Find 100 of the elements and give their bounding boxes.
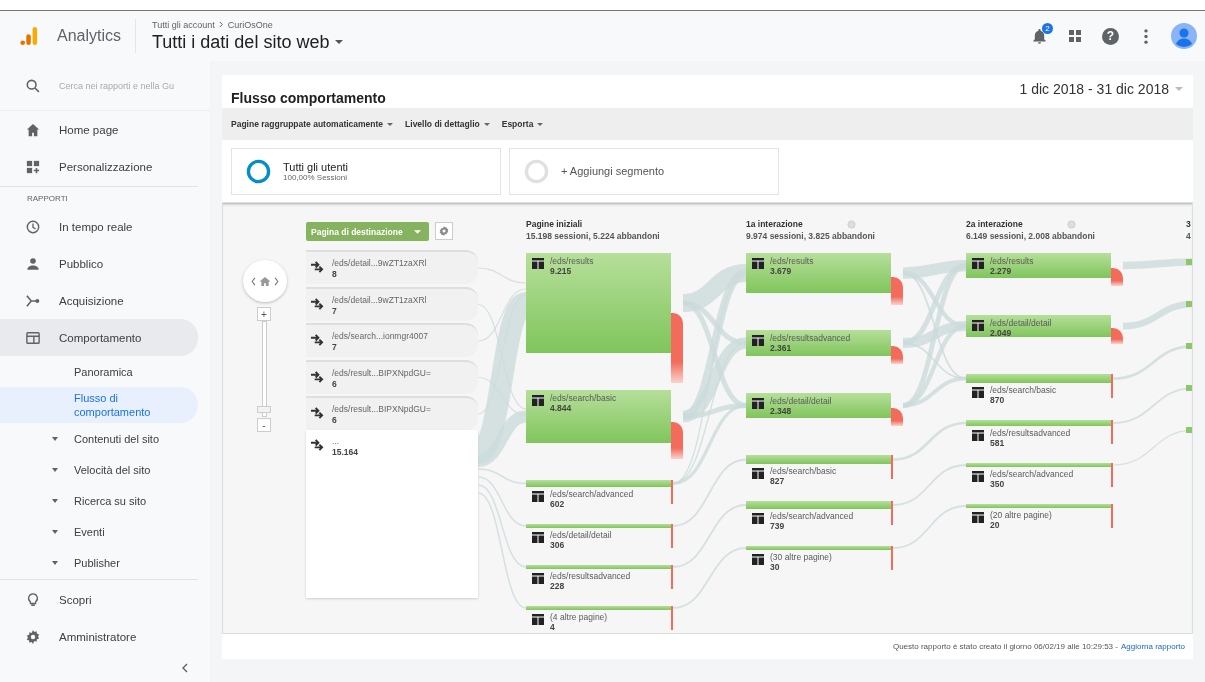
zoom-slider-handle[interactable]: [257, 406, 271, 413]
page-path: /eds/search/advanced: [770, 511, 854, 521]
drop-off-bar[interactable]: [671, 421, 683, 459]
nav-subitem[interactable]: Velocità del sito: [0, 454, 198, 485]
flow-node[interactable]: /eds/search/advanced 602: [526, 480, 671, 510]
nav-subitem[interactable]: Panoramica: [0, 356, 198, 387]
landing-page-node[interactable]: /eds/result...BIPXNpdGU= 6: [306, 396, 478, 430]
table-icon: [972, 471, 984, 482]
segment-card[interactable]: Tutti gli utenti 100,00% Sessioni: [231, 147, 501, 195]
landing-page-node[interactable]: /eds/detail...9wZT1zaXRl 8: [306, 250, 478, 284]
breadcrumb-link[interactable]: CuriOsOne: [227, 19, 273, 30]
column-summary: 6.149 sessioni, 2.008 abbandoni: [966, 231, 1095, 241]
session-count: 602: [550, 499, 566, 509]
nav-subitem[interactable]: Ricerca su sito: [0, 485, 198, 516]
nav-item[interactable]: Amministratore: [0, 618, 198, 655]
table-icon: [752, 513, 764, 524]
column-title: 3: [1186, 219, 1191, 229]
landing-page-node[interactable]: /eds/detail...9wZT1zaXRl 7: [306, 286, 478, 321]
bell-icon: [1031, 27, 1047, 45]
toolbar-dropdown[interactable]: Livello di dettaglio: [405, 119, 490, 129]
arrows-icon: [311, 370, 324, 384]
drop-off-bar[interactable]: [891, 408, 903, 426]
page-path: /eds/search/advanced: [550, 489, 634, 499]
info-icon[interactable]: [1066, 219, 1076, 229]
date-range-picker[interactable]: 1 dic 2018 - 31 dic 2018: [1019, 80, 1183, 97]
page-path: (4 altre pagine): [550, 612, 608, 622]
toolbar-dropdown[interactable]: Pagine raggruppate automaticamente: [231, 119, 394, 129]
page-path: /eds/resultsadvanced: [990, 428, 1071, 438]
landing-page-node[interactable]: ... 15.164: [306, 430, 478, 598]
nav-item[interactable]: Scopri: [0, 581, 198, 618]
flow-node[interactable]: (4 altre pagine) 4: [526, 606, 671, 633]
property-selector[interactable]: Tutti i dati del sito web: [152, 31, 344, 53]
nav-item[interactable]: Home page: [0, 111, 198, 148]
add-segment-button[interactable]: + Aggiungi segmento: [509, 147, 779, 195]
page-path: /eds/results: [550, 256, 594, 266]
avatar[interactable]: [1171, 23, 1197, 49]
drop-off-bar[interactable]: [891, 345, 903, 364]
page-path: /eds/result...BIPXNpdGU=: [332, 367, 431, 379]
table-icon: [532, 395, 544, 406]
page-path: /eds/detail/detail: [990, 318, 1052, 328]
caret-icon: [483, 122, 490, 126]
settings-button[interactable]: [435, 222, 453, 240]
person-icon: [26, 256, 40, 271]
flow-node[interactable]: /eds/search/basic 870: [966, 374, 1111, 404]
table-icon: [972, 320, 984, 331]
drop-off-bar[interactable]: [891, 277, 903, 305]
navigation-control[interactable]: [243, 260, 287, 302]
help-button[interactable]: ?: [1102, 27, 1119, 45]
breadcrumb-link[interactable]: Tutti gli account: [152, 19, 215, 30]
drop-off-bar[interactable]: [1111, 328, 1123, 344]
drop-off-bar[interactable]: [1111, 268, 1123, 286]
session-count: 870: [990, 395, 1006, 405]
chevron-icon: [218, 21, 224, 28]
nav-item[interactable]: Personalizzazione: [0, 148, 198, 185]
nav-item[interactable]: In tempo reale: [0, 208, 198, 245]
landing-page-node[interactable]: /eds/result...BIPXNpdGU= 6: [306, 359, 478, 394]
caret-icon: [387, 122, 394, 126]
nav-subitem[interactable]: Flusso di comportamento: [0, 387, 198, 423]
report-title: Flusso comportamento: [231, 90, 386, 106]
drop-off-bar[interactable]: [671, 313, 683, 383]
flow-node[interactable]: /eds/results 3.679: [746, 253, 891, 293]
nav-item[interactable]: Comportamento: [0, 319, 198, 356]
expand-triangle-icon: [52, 498, 58, 503]
nav-item[interactable]: Pubblico: [0, 245, 198, 282]
zoom-in-button[interactable]: +: [257, 307, 271, 321]
zoom-out-button[interactable]: -: [257, 418, 271, 432]
info-icon[interactable]: [846, 219, 856, 229]
flow-node[interactable]: /eds/search/basic 4.844: [526, 390, 671, 443]
flow-node[interactable]: /eds/results 9.215: [526, 253, 671, 353]
arrows-icon: [311, 261, 324, 274]
page-path: /eds/results: [770, 256, 814, 266]
nav-item[interactable]: Acquisizione: [0, 282, 198, 319]
page-path: /eds/results: [990, 256, 1034, 266]
nav-subitem[interactable]: Contenuti del sito: [0, 423, 198, 454]
page-path: /eds/search/basic: [770, 466, 837, 476]
nav-subitem[interactable]: Publisher: [0, 547, 198, 578]
report-timestamp: Questo rapporto è stato creato il giorno 06/02/19 alle 10:29:53 - Aggiorna rapporto: [892, 642, 1185, 651]
notifications-button[interactable]: 2: [1028, 25, 1050, 47]
page-path: /eds/result...BIPXNpdGU=: [332, 404, 431, 415]
page-path: /eds/resultsadvanced: [550, 571, 631, 581]
page-path: /eds/detail...9wZT1zaXRl: [332, 294, 427, 306]
flow-node[interactable]: /eds/search/advanced 739: [746, 501, 891, 531]
session-count: 2.348: [770, 406, 793, 416]
table-icon: [532, 532, 544, 543]
session-count: 350: [990, 479, 1006, 489]
page-path: /eds/detail...9wZT1zaXRl: [332, 258, 427, 269]
expand-triangle-icon: [52, 467, 58, 472]
dashboard-icon: [26, 159, 40, 174]
landing-page-node[interactable]: /eds/search...ionmgr4007 7: [306, 323, 478, 357]
refresh-report-link[interactable]: Aggiorna rapporto: [1120, 642, 1185, 651]
column-title: Pagine iniziali: [526, 219, 583, 229]
toolbar-dropdown[interactable]: Esporta: [501, 119, 544, 129]
session-count: 739: [770, 521, 786, 531]
page-path: /eds/detail/detail: [770, 396, 832, 406]
column-title: 2a interazione: [966, 219, 1023, 229]
section-heading: RAPPORTI: [26, 193, 69, 205]
search-field[interactable]: Cerca nei rapporti e nella Gu: [56, 79, 210, 92]
flow-node[interactable]: /eds/search/basic 827: [746, 455, 891, 485]
arrows-icon: [311, 407, 324, 420]
nav-subitem[interactable]: Eventi: [0, 516, 198, 547]
